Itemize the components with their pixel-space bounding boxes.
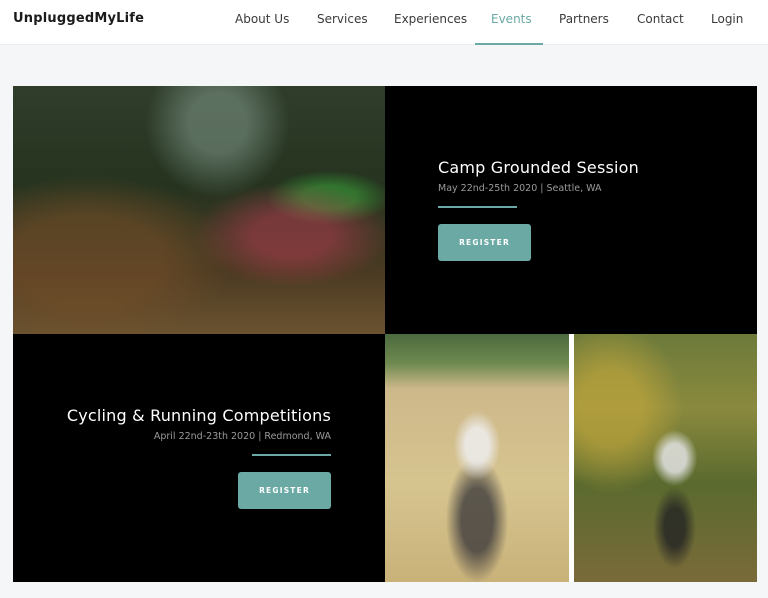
brand-logo[interactable]: UnpluggedMyLife — [13, 11, 144, 26]
nav-experiences[interactable]: Experiences — [394, 12, 467, 26]
accent-rule — [252, 454, 331, 456]
cycling-running-card: Cycling & Running Competitions April 22n… — [13, 334, 385, 582]
event-title: Cycling & Running Competitions — [66, 406, 331, 425]
accent-rule — [438, 206, 517, 208]
nav-partners[interactable]: Partners — [559, 12, 609, 26]
nav-events[interactable]: Events — [491, 12, 532, 26]
nav-login[interactable]: Login — [711, 12, 743, 26]
active-nav-indicator — [475, 43, 543, 45]
runner-photo — [574, 334, 757, 582]
cyclist-photo — [385, 334, 569, 582]
register-button[interactable]: REGISTER — [238, 472, 331, 509]
event-meta: May 22nd-25th 2020 | Seattle, WA — [438, 183, 602, 194]
camp-grounded-card: Camp Grounded Session May 22nd-25th 2020… — [385, 86, 757, 334]
nav-contact[interactable]: Contact — [637, 12, 684, 26]
nav-services[interactable]: Services — [317, 12, 368, 26]
top-nav: UnpluggedMyLife About Us Services Experi… — [0, 0, 768, 45]
event-meta: April 22nd-23th 2020 | Redmond, WA — [153, 431, 331, 442]
nav-about-us[interactable]: About Us — [235, 12, 289, 26]
register-button[interactable]: REGISTER — [438, 224, 531, 261]
camp-grounded-photo — [13, 86, 385, 334]
event-title: Camp Grounded Session — [438, 158, 639, 177]
